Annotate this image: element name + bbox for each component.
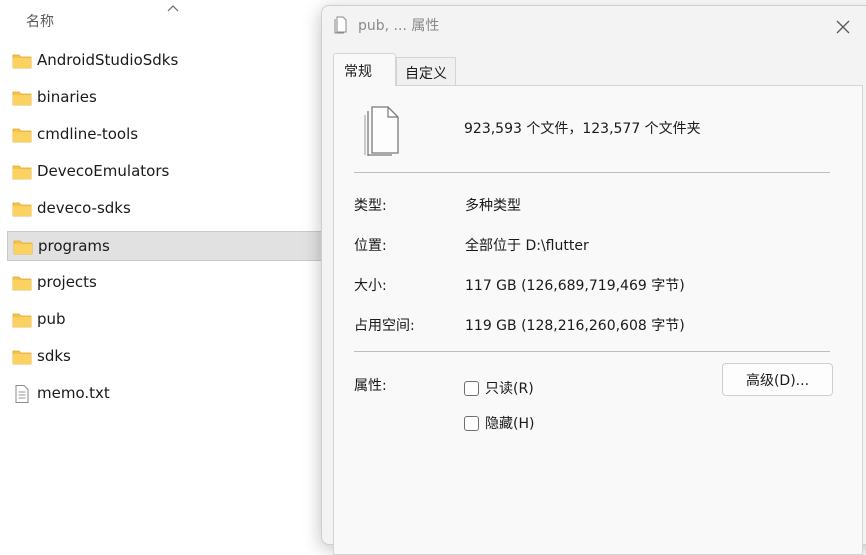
folder-icon xyxy=(12,350,32,365)
list-item-devecoemulators[interactable]: DevecoEmulators xyxy=(7,157,337,187)
item-name: sdks xyxy=(37,347,71,365)
hidden-label: 隐藏(H) xyxy=(485,416,535,432)
item-name: binaries xyxy=(37,88,97,106)
item-name: AndroidStudioSdks xyxy=(37,51,179,69)
column-header-label: 名称 xyxy=(26,14,54,30)
hidden-checkbox-row[interactable]: 隐藏(H) xyxy=(464,413,534,433)
item-name: pub xyxy=(37,310,66,328)
close-icon xyxy=(836,20,850,34)
readonly-checkbox-row[interactable]: 只读(R) xyxy=(464,378,534,398)
close-button[interactable] xyxy=(830,14,856,40)
size-on-disk-label: 占用空间: xyxy=(354,318,415,334)
column-header-name[interactable]: 名称 xyxy=(0,0,330,40)
folder-icon xyxy=(12,313,32,328)
item-name: projects xyxy=(37,273,97,291)
item-name: programs xyxy=(38,237,110,255)
type-value: 多种类型 xyxy=(465,198,521,214)
multiple-files-icon xyxy=(364,106,399,156)
size-on-disk-value: 119 GB (128,216,260,608 字节) xyxy=(465,318,685,334)
list-item-memo-txt[interactable]: memo.txt xyxy=(7,379,337,409)
folder-icon xyxy=(12,54,32,69)
list-item-projects[interactable]: projects xyxy=(7,268,337,298)
multiple-files-icon xyxy=(334,16,347,34)
advanced-button[interactable]: 高级(D)... xyxy=(722,363,833,396)
type-label: 类型: xyxy=(354,198,387,214)
item-name: cmdline-tools xyxy=(37,125,139,143)
dialog-title: pub, ... 属性 xyxy=(358,18,440,34)
tab-general[interactable]: 常规 xyxy=(333,53,396,86)
folder-icon xyxy=(12,276,32,291)
folder-icon xyxy=(12,202,32,217)
sort-ascending-icon xyxy=(167,5,179,12)
list-item-sdks[interactable]: sdks xyxy=(7,342,337,372)
dialog-titlebar[interactable]: pub, ... 属性 xyxy=(322,6,866,44)
folder-icon xyxy=(12,91,32,106)
text-file-icon xyxy=(15,385,29,403)
readonly-checkbox[interactable] xyxy=(464,380,479,396)
properties-dialog: pub, ... 属性 常规 自定义 923,593 个文件，123,577 个… xyxy=(321,5,866,555)
list-item-androidstudiosdks[interactable]: AndroidStudioSdks xyxy=(7,46,337,76)
tab-customize[interactable]: 自定义 xyxy=(396,57,456,86)
folder-icon xyxy=(13,240,33,255)
attributes-label: 属性: xyxy=(354,378,387,394)
file-count-summary: 923,593 个文件，123,577 个文件夹 xyxy=(464,121,701,137)
item-name: memo.txt xyxy=(37,384,110,402)
list-item-pub[interactable]: pub xyxy=(7,305,337,335)
general-panel: 923,593 个文件，123,577 个文件夹 类型: 多种类型 位置: 全部… xyxy=(333,85,863,555)
list-item-binaries[interactable]: binaries xyxy=(7,83,337,113)
folder-icon xyxy=(12,165,32,180)
size-label: 大小: xyxy=(354,278,387,294)
list-item-programs[interactable]: programs xyxy=(7,231,337,261)
location-value: 全部位于 D:\flutter xyxy=(465,238,589,254)
location-label: 位置: xyxy=(354,238,387,254)
item-name: DevecoEmulators xyxy=(37,162,170,180)
divider xyxy=(354,351,830,352)
list-item-deveco-sdks[interactable]: deveco-sdks xyxy=(7,194,337,224)
readonly-label: 只读(R) xyxy=(485,381,534,397)
list-item-cmdline-tools[interactable]: cmdline-tools xyxy=(7,120,337,150)
item-name: deveco-sdks xyxy=(37,199,131,217)
hidden-checkbox[interactable] xyxy=(464,415,479,431)
folder-icon xyxy=(12,128,32,143)
divider xyxy=(354,172,830,173)
size-value: 117 GB (126,689,719,469 字节) xyxy=(465,278,685,294)
